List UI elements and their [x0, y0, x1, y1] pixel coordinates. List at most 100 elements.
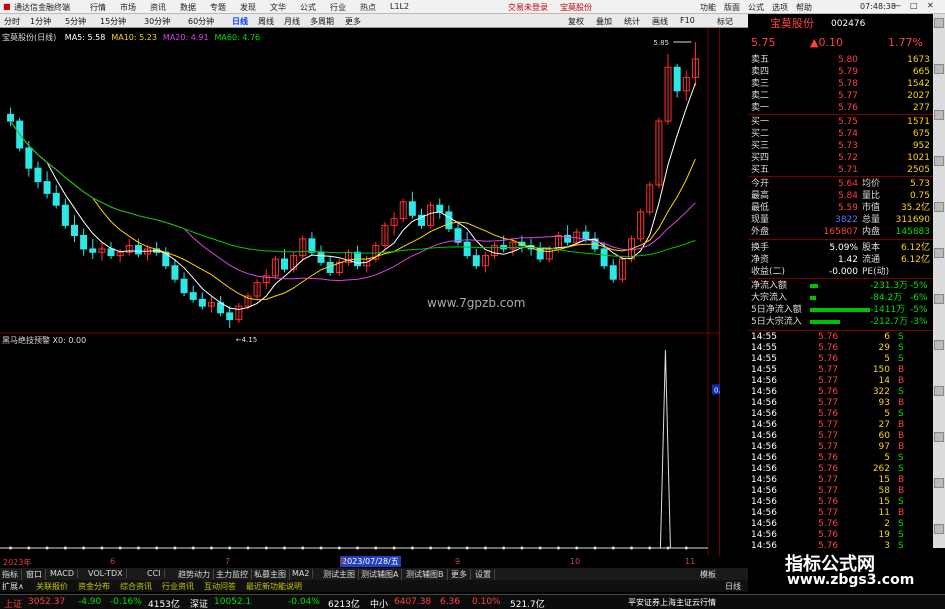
indicator-tab[interactable]: 指标	[2, 569, 22, 580]
trade-price: 5.77	[818, 376, 839, 386]
period-tab[interactable]: 30分钟	[144, 16, 170, 27]
menu-item[interactable]: 文华	[270, 2, 286, 13]
menu-item[interactable]: 资讯	[150, 2, 166, 13]
info-icon[interactable]	[934, 110, 944, 120]
period-label[interactable]: 日线	[725, 581, 741, 592]
indicator-tab[interactable]: 窗口	[26, 569, 46, 580]
indicator-tab[interactable]: 更多	[451, 569, 471, 580]
menu-item[interactable]: 帮助	[796, 2, 812, 13]
tool-button[interactable]: 复权	[568, 16, 584, 27]
brand-url: www.zbgs3.com	[787, 572, 915, 588]
period-tab[interactable]: 分时	[4, 16, 20, 27]
chart-area[interactable]: 5.805.705.605.505.405.305.205.105.004.90…	[0, 28, 748, 558]
tool-button[interactable]: 叠加	[596, 16, 612, 27]
period-tab[interactable]: 5分钟	[65, 16, 86, 27]
menu-item[interactable]: 专题	[210, 2, 226, 13]
menu-item[interactable]: 市场	[120, 2, 136, 13]
extension-tab[interactable]: 扩展∧	[2, 581, 24, 592]
star-icon[interactable]	[934, 432, 944, 442]
menu-item[interactable]: 功能	[700, 2, 716, 13]
sz-index-label[interactable]: 深证	[190, 597, 208, 609]
period-tab[interactable]: 更多	[345, 16, 361, 27]
extension-tab[interactable]: 关联报价	[36, 581, 68, 592]
period-tab[interactable]: 日线	[232, 16, 248, 27]
last-price: 5.75	[751, 36, 776, 49]
extension-tab[interactable]: 综合资讯	[120, 581, 152, 592]
period-tab[interactable]: 15分钟	[100, 16, 126, 27]
bell-icon[interactable]	[934, 294, 944, 304]
tool-button[interactable]: 标记	[717, 16, 733, 27]
indicator-tab[interactable]: CCI	[147, 569, 165, 578]
indicator-value-label: 0.78	[714, 386, 720, 394]
menu-item[interactable]: 公式	[300, 2, 316, 13]
period-tab[interactable]: 1分钟	[30, 16, 51, 27]
folder-icon[interactable]	[934, 478, 944, 488]
indicator-tab[interactable]: 测试辅图A	[361, 569, 403, 580]
sh-index-label[interactable]: 上证	[4, 597, 22, 609]
menu-item[interactable]: 热点	[360, 2, 376, 13]
extension-tab[interactable]: 最近新功能说明	[246, 581, 302, 592]
chart-icon[interactable]	[934, 64, 944, 74]
menu-item[interactable]: 行业	[330, 2, 346, 13]
candle-body	[317, 251, 325, 263]
trade-row: 14:56 5.76 19 S	[748, 530, 933, 541]
period-tab[interactable]: 多周期	[310, 16, 334, 27]
zx-index-label[interactable]: 中小	[370, 597, 388, 609]
indicator-dot	[575, 546, 579, 550]
indicator-tab[interactable]: 测试辅图B	[406, 569, 448, 580]
menu-item[interactable]: 公式	[748, 2, 764, 13]
indicator-tab[interactable]: VOL-TDX	[88, 569, 127, 578]
menu-item[interactable]: L1L2	[390, 2, 409, 11]
extension-tab[interactable]: 互动问答	[204, 581, 236, 592]
close-icon[interactable]: ✕	[927, 1, 934, 10]
main-chart-legend: 宝莫股份(日线) MA5: 5.58 MA10: 5.23 MA20: 4.91 MA…	[2, 32, 260, 43]
indicator-tab[interactable]: 测试主图	[323, 569, 359, 580]
period-tab[interactable]: 月线	[284, 16, 300, 27]
trade-row: 14:56 5.76 5 S	[748, 453, 933, 464]
flag-icon[interactable]	[934, 248, 944, 258]
bid-label: 买四	[751, 153, 770, 163]
person-icon[interactable]	[934, 202, 944, 212]
right-toolbar[interactable]	[933, 14, 945, 588]
menu-item[interactable]: 版面	[724, 2, 740, 13]
trade-side: S	[898, 354, 904, 364]
kline-chart[interactable]: 5.805.705.605.505.405.305.205.105.004.90…	[0, 28, 748, 558]
arrow-down-icon[interactable]	[934, 524, 944, 534]
menu-item[interactable]: 选项	[772, 2, 788, 13]
menu-item[interactable]: 发现	[240, 2, 256, 13]
gear-icon[interactable]	[934, 156, 944, 166]
tool-button[interactable]: F10	[680, 16, 695, 25]
menu-item[interactable]: 行情	[90, 2, 106, 13]
extension-tab[interactable]: 行业资讯	[162, 581, 194, 592]
indicator-tab[interactable]: MA2	[292, 569, 314, 578]
indicator-dot	[100, 546, 104, 550]
maximize-icon[interactable]: □	[910, 1, 918, 10]
period-tab[interactable]: 60分钟	[188, 16, 214, 27]
indicator-tab[interactable]: MACD	[50, 569, 78, 578]
minimize-icon[interactable]: —	[893, 1, 901, 10]
trade-time: 14:56	[751, 442, 777, 452]
trade-time: 14:55	[751, 354, 777, 364]
tool-button[interactable]: 画线	[652, 16, 668, 27]
extension-tab[interactable]: 资金分布	[78, 581, 110, 592]
indicator-tab[interactable]: 主力监控	[216, 569, 252, 580]
indicator-tab[interactable]: 设置	[475, 569, 495, 580]
menu-item[interactable]: 数据	[180, 2, 196, 13]
trade-login-link[interactable]: 交易未登录	[508, 2, 548, 13]
arrow-up-icon[interactable]	[934, 18, 944, 28]
grid-icon[interactable]	[934, 386, 944, 396]
tool-button[interactable]: 统计	[624, 16, 640, 27]
period-tab[interactable]: 周线	[258, 16, 274, 27]
trade-row: 14:56 5.77 58 B	[748, 486, 933, 497]
list-icon[interactable]	[934, 340, 944, 350]
candle-body	[25, 147, 33, 169]
current-stock-label: 宝莫股份	[560, 3, 592, 12]
price-change: ▲0.10	[810, 36, 843, 49]
indicator-tab[interactable]: 私募主图	[254, 569, 290, 580]
stat-value: 311690	[895, 215, 930, 225]
template-tab[interactable]: 模板	[700, 569, 716, 580]
indicator-tab[interactable]: 趋势动力	[178, 569, 214, 580]
indicator-dot	[209, 546, 213, 550]
clock: 07:48:38	[860, 2, 896, 11]
stat-row: 今开 5.64 均价 5.73	[748, 178, 933, 190]
